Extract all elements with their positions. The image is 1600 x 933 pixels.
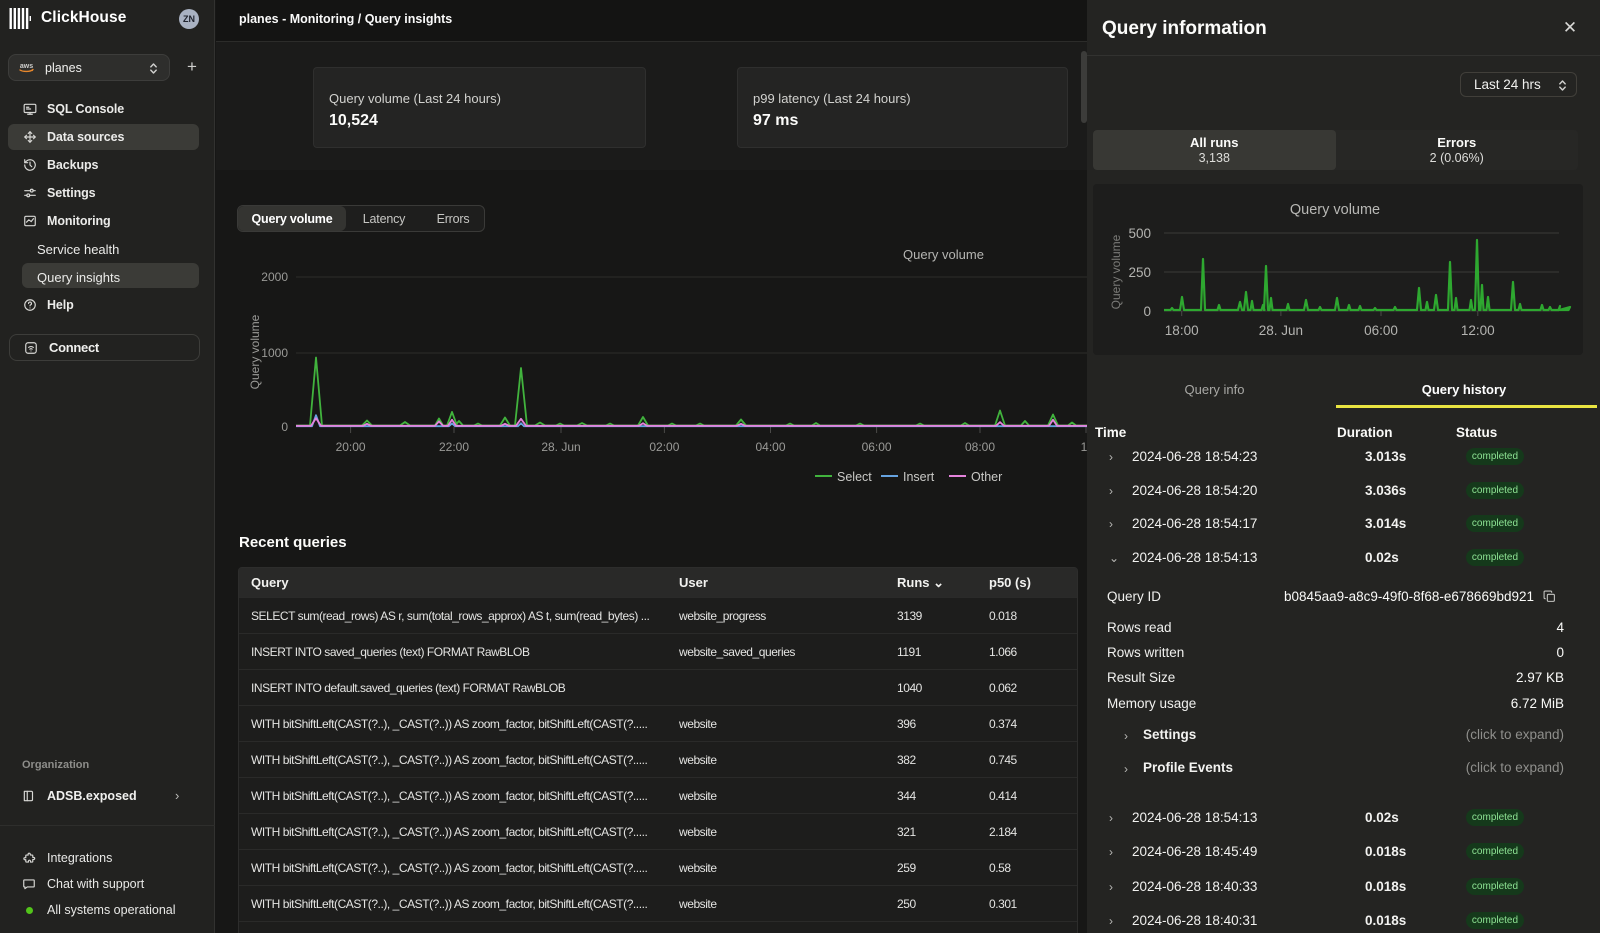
svg-text:Other: Other [971, 470, 1002, 484]
svg-text:06:00: 06:00 [1364, 323, 1398, 338]
svg-text:Select: Select [837, 470, 872, 484]
svg-text:18:00: 18:00 [1165, 323, 1199, 338]
svg-text:20:00: 20:00 [336, 440, 366, 454]
svg-text:Query volume: Query volume [1109, 234, 1123, 309]
svg-text:0: 0 [1143, 304, 1151, 319]
svg-text:Query volume: Query volume [1290, 202, 1380, 218]
svg-text:0: 0 [281, 420, 288, 434]
svg-text:500: 500 [1128, 226, 1151, 241]
svg-text:Query volume: Query volume [248, 314, 262, 389]
svg-text:Query volume: Query volume [903, 247, 984, 262]
svg-text:Insert: Insert [903, 470, 935, 484]
svg-text:06:00: 06:00 [862, 440, 892, 454]
svg-text:04:00: 04:00 [755, 440, 785, 454]
svg-text:12:00: 12:00 [1461, 323, 1495, 338]
svg-text:08:00: 08:00 [965, 440, 995, 454]
svg-text:22:00: 22:00 [439, 440, 469, 454]
svg-text:28. Jun: 28. Jun [541, 440, 580, 454]
svg-text:1000: 1000 [261, 346, 288, 360]
svg-text:aws: aws [20, 63, 33, 70]
svg-text:02:00: 02:00 [649, 440, 679, 454]
svg-text:2000: 2000 [261, 270, 288, 284]
svg-text:28. Jun: 28. Jun [1259, 323, 1303, 338]
svg-text:250: 250 [1128, 265, 1151, 280]
